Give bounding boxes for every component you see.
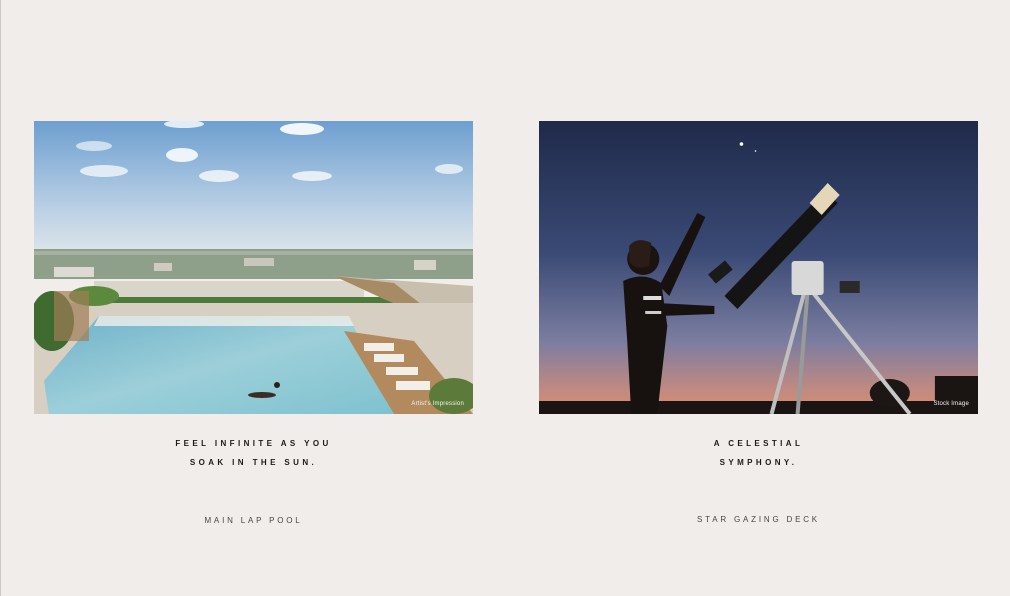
stargazing-caption: STAR GAZING DECK — [697, 515, 820, 524]
stargazing-headline: A CELESTIAL SYMPHONY. — [539, 434, 978, 472]
stargazing-headline-line-1: A CELESTIAL — [713, 439, 804, 448]
pool-headline-line-1: FEEL INFINITE AS YOU — [175, 439, 332, 448]
pool-caption: MAIN LAP POOL — [204, 516, 303, 525]
page-edge-line — [0, 0, 1, 596]
pool-illustration — [34, 121, 473, 414]
pool-headline-line-2: SOAK IN THE SUN. — [189, 458, 318, 467]
pool-headline: FEEL INFINITE AS YOU SOAK IN THE SUN. — [34, 434, 473, 472]
image-credit-left: Artist's Impression — [411, 401, 464, 407]
image-credit-right: Stock Image — [933, 401, 969, 407]
stargazing-image: Stock Image — [539, 121, 978, 414]
pool-image: Artist's Impression — [34, 121, 473, 414]
stargazing-illustration — [539, 121, 978, 414]
stargazing-headline-line-2: SYMPHONY. — [719, 458, 798, 467]
